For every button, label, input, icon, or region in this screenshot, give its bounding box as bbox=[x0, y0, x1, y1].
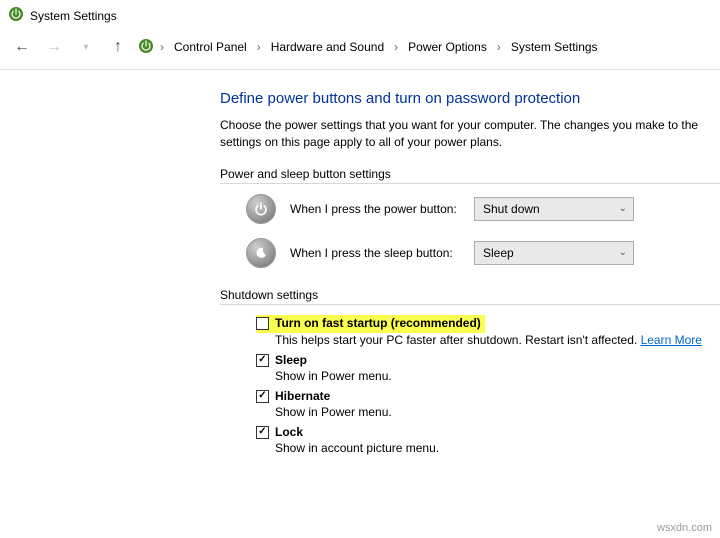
hibernate-checkbox[interactable] bbox=[256, 390, 269, 403]
sleep-button-row: When I press the sleep button: Sleep ⌄ bbox=[220, 238, 720, 268]
page-title: Define power buttons and turn on passwor… bbox=[220, 90, 720, 107]
hibernate-label: Hibernate bbox=[275, 389, 330, 403]
hibernate-sub: Show in Power menu. bbox=[256, 405, 720, 419]
highlight-fast-startup: Turn on fast startup (recommended) bbox=[256, 315, 485, 333]
titlebar: System Settings bbox=[0, 0, 720, 31]
breadcrumb-item[interactable]: Power Options bbox=[404, 38, 491, 56]
sleep-label: Sleep bbox=[275, 353, 307, 367]
breadcrumb: › Control Panel › Hardware and Sound › P… bbox=[138, 38, 602, 57]
power-button-icon bbox=[246, 194, 276, 224]
recent-dropdown-icon[interactable]: ▾ bbox=[74, 35, 98, 59]
sleep-button-label: When I press the sleep button: bbox=[290, 246, 460, 260]
content-area: Define power buttons and turn on passwor… bbox=[0, 70, 720, 481]
watermark: wsxdn.com bbox=[657, 522, 712, 534]
up-button[interactable]: ↑ bbox=[106, 35, 130, 59]
back-button[interactable]: ← bbox=[10, 35, 34, 59]
chevron-right-icon[interactable]: › bbox=[495, 40, 503, 54]
power-button-row: When I press the power button: Shut down… bbox=[220, 194, 720, 224]
lock-sub: Show in account picture menu. bbox=[256, 441, 720, 455]
fast-startup-sub: This helps start your PC faster after sh… bbox=[256, 333, 720, 347]
chevron-down-icon: ⌄ bbox=[619, 247, 627, 258]
chevron-down-icon: ⌄ bbox=[619, 203, 627, 214]
sleep-button-dropdown[interactable]: Sleep ⌄ bbox=[474, 241, 634, 265]
fast-startup-label: Turn on fast startup (recommended) bbox=[275, 316, 481, 330]
chevron-right-icon[interactable]: › bbox=[392, 40, 400, 54]
forward-button: → bbox=[42, 35, 66, 59]
fast-startup-checkbox[interactable] bbox=[256, 317, 269, 330]
window-title: System Settings bbox=[30, 9, 117, 23]
sleep-button-icon bbox=[246, 238, 276, 268]
sleep-sub: Show in Power menu. bbox=[256, 369, 720, 383]
dropdown-value: Sleep bbox=[483, 246, 514, 260]
dropdown-value: Shut down bbox=[483, 202, 540, 216]
learn-more-link[interactable]: Learn More bbox=[641, 333, 702, 347]
power-button-dropdown[interactable]: Shut down ⌄ bbox=[474, 197, 634, 221]
power-button-label: When I press the power button: bbox=[290, 202, 460, 216]
section-power-sleep-label: Power and sleep button settings bbox=[220, 167, 720, 184]
sleep-checkbox[interactable] bbox=[256, 354, 269, 367]
chevron-right-icon[interactable]: › bbox=[255, 40, 263, 54]
power-options-icon bbox=[8, 6, 24, 25]
chevron-right-icon[interactable]: › bbox=[158, 40, 166, 54]
navigation-bar: ← → ▾ ↑ › Control Panel › Hardware and S… bbox=[0, 31, 720, 70]
breadcrumb-item[interactable]: Hardware and Sound bbox=[267, 38, 388, 56]
power-options-icon bbox=[138, 38, 154, 57]
section-shutdown-label: Shutdown settings bbox=[220, 288, 720, 305]
page-description: Choose the power settings that you want … bbox=[220, 117, 720, 151]
lock-label: Lock bbox=[275, 425, 303, 439]
breadcrumb-item[interactable]: Control Panel bbox=[170, 38, 251, 56]
breadcrumb-item[interactable]: System Settings bbox=[507, 38, 602, 56]
lock-checkbox[interactable] bbox=[256, 426, 269, 439]
